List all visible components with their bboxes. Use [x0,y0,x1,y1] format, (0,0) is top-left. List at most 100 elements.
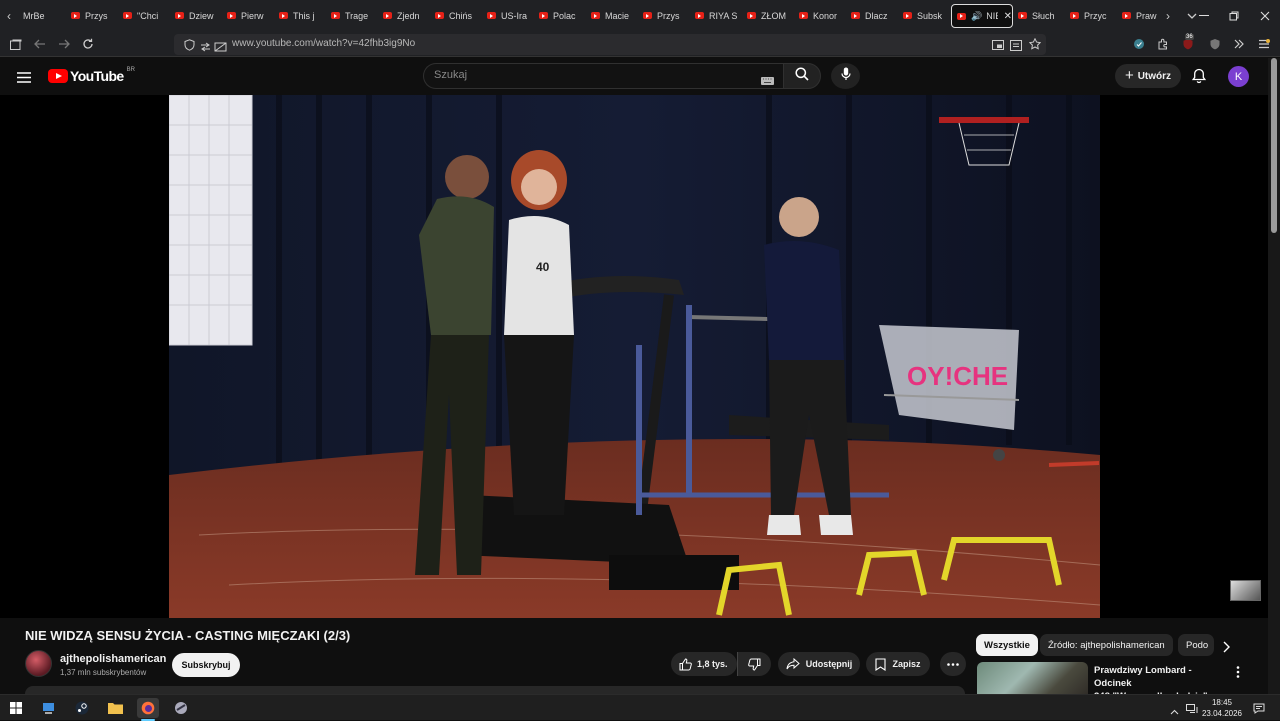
browser-tab[interactable]: Słuch [1013,0,1065,31]
thumbs-up-icon [679,657,692,671]
windows-start-icon[interactable] [5,698,27,718]
sidebar-toggle-icon[interactable] [8,36,24,52]
channel-watermark-image[interactable] [1230,580,1261,601]
browser-tab-title: MrBe [23,10,45,21]
no-tracking-icon[interactable] [214,39,227,57]
save-button[interactable]: Zapisz [866,652,930,676]
browser-tab[interactable]: Subsk [898,0,951,31]
keyboard-icon[interactable] [761,72,774,90]
picture-in-picture-icon[interactable] [992,38,1004,56]
browser-tab[interactable]: Polac [534,0,586,31]
video-player[interactable]: OY!CHE 40 [0,95,1268,618]
tray-overflow-icon[interactable] [1170,702,1179,720]
privacy-badger-icon[interactable] [1207,36,1223,52]
more-tools-icon[interactable] [1231,36,1247,52]
address-bar[interactable]: www.youtube.com/watch?v=42fhb3ig9No [174,34,1046,55]
browser-tab[interactable]: Przyc [1065,0,1117,31]
share-button[interactable]: Udostępnij [778,652,860,676]
browser-tab[interactable]: Chińs [430,0,482,31]
browser-tab[interactable]: Zjedn [378,0,430,31]
browser-tab-title: Przys [657,10,680,21]
tab-scroll-left-icon[interactable]: ‹ [0,0,18,31]
close-tab-icon[interactable]: ✕ [1004,11,1012,22]
hamburger-menu-icon[interactable] [17,70,31,88]
more-horizontal-icon [947,662,959,666]
browser-tab[interactable]: Przys [638,0,690,31]
create-button[interactable]: + Utwórz [1115,64,1181,88]
task-view-icon[interactable] [38,698,60,718]
app-menu-icon[interactable] [1256,36,1272,52]
channel-avatar[interactable] [25,650,52,677]
minimize-icon[interactable] [1188,0,1220,31]
scrollbar-thumb[interactable] [1271,58,1277,233]
youtube-favicon-icon [331,12,340,19]
file-explorer-icon[interactable] [104,698,126,718]
firefox-icon[interactable] [137,698,159,718]
browser-tab[interactable]: ZŁOM [742,0,794,31]
save-label: Zapisz [892,659,921,669]
tab-scroll-right-icon[interactable]: › [1159,0,1177,31]
browser-tab[interactable]: Trage [326,0,378,31]
page-scrollbar[interactable] [1268,58,1280,698]
dislike-button[interactable] [737,652,771,676]
browser-tab[interactable]: RIYA S [690,0,742,31]
chip-related[interactable]: Podo [1178,634,1214,656]
browser-tab[interactable]: Dziew [170,0,222,31]
bookmark-star-icon[interactable] [1028,37,1042,55]
recommended-thumbnail[interactable] [977,662,1088,698]
restore-icon[interactable] [1218,0,1250,31]
youtube-favicon-icon [957,12,966,20]
browser-tab[interactable]: "Chci [118,0,170,31]
clock-time: 18:45 [1211,698,1233,707]
more-actions-button[interactable] [940,652,966,676]
notifications-bell-icon[interactable] [1191,68,1207,89]
chip-channel-source[interactable]: Źródło: ajthepolishamerican [1040,634,1173,656]
bookmark-icon [875,657,887,671]
youtube-favicon-icon [1018,12,1027,19]
recommended-title-line-1: Prawdziwy Lombard - Odcinek [1094,665,1192,689]
browser-tab[interactable]: Pierw [222,0,274,31]
extensions-icon[interactable] [1155,36,1171,52]
browser-tab[interactable]: Dlacz [846,0,898,31]
browser-tab[interactable]: MrBe [18,0,66,31]
recommended-more-icon[interactable] [1236,665,1240,683]
close-window-icon[interactable] [1249,0,1280,31]
browser-tab[interactable]: 🔊 NIE ✕ [951,4,1013,28]
video-frame[interactable]: OY!CHE 40 [169,95,1100,618]
browser-tab[interactable]: Konor [794,0,846,31]
youtube-logo[interactable]: YouTube BR [48,67,135,84]
browser-tab[interactable]: This j [274,0,326,31]
browser-tab-title: ZŁOM [761,10,787,21]
forward-icon[interactable] [56,36,72,52]
voice-search-button[interactable] [831,63,860,89]
chip-all[interactable]: Wszystkie [976,634,1038,656]
subscribe-button[interactable]: Subskrybuj [172,653,240,677]
notification-center-icon[interactable] [1253,701,1265,719]
browser-tab[interactable]: Przys [66,0,118,31]
browser-tab[interactable]: US-Ira [482,0,534,31]
description-box[interactable] [25,686,965,694]
reader-view-icon[interactable] [1010,38,1022,56]
tab-audio-icon[interactable]: 🔊 [971,11,982,22]
browser-tab[interactable]: Macie [586,0,638,31]
channel-name[interactable]: ajthepolishamerican [60,653,166,665]
back-icon[interactable] [32,36,48,52]
search-input[interactable]: Szukaj [423,63,783,89]
ublock-icon[interactable]: 36 [1180,34,1196,52]
chips-next-icon[interactable] [1222,640,1230,658]
video-title: NIE WIDZĄ SENSU ŻYCIA - CASTING MIĘCZAKI… [25,628,351,643]
browser-tab[interactable]: Praw [1117,0,1157,31]
clock[interactable]: 18:45 23.04.2026 [1198,697,1246,719]
youtube-favicon-icon [1070,12,1079,19]
app-icon[interactable] [170,698,192,718]
steam-icon[interactable] [71,698,93,718]
shield-icon[interactable] [184,38,195,56]
vpn-extension-icon[interactable] [1131,36,1147,52]
like-button[interactable]: 1,8 tys. [671,652,737,676]
like-count: 1,8 tys. [697,659,728,669]
reload-icon[interactable] [80,36,96,52]
permissions-icon[interactable] [200,39,211,57]
account-avatar[interactable]: K [1228,66,1249,87]
search-button[interactable] [783,63,821,89]
network-icon[interactable] [1186,701,1198,719]
